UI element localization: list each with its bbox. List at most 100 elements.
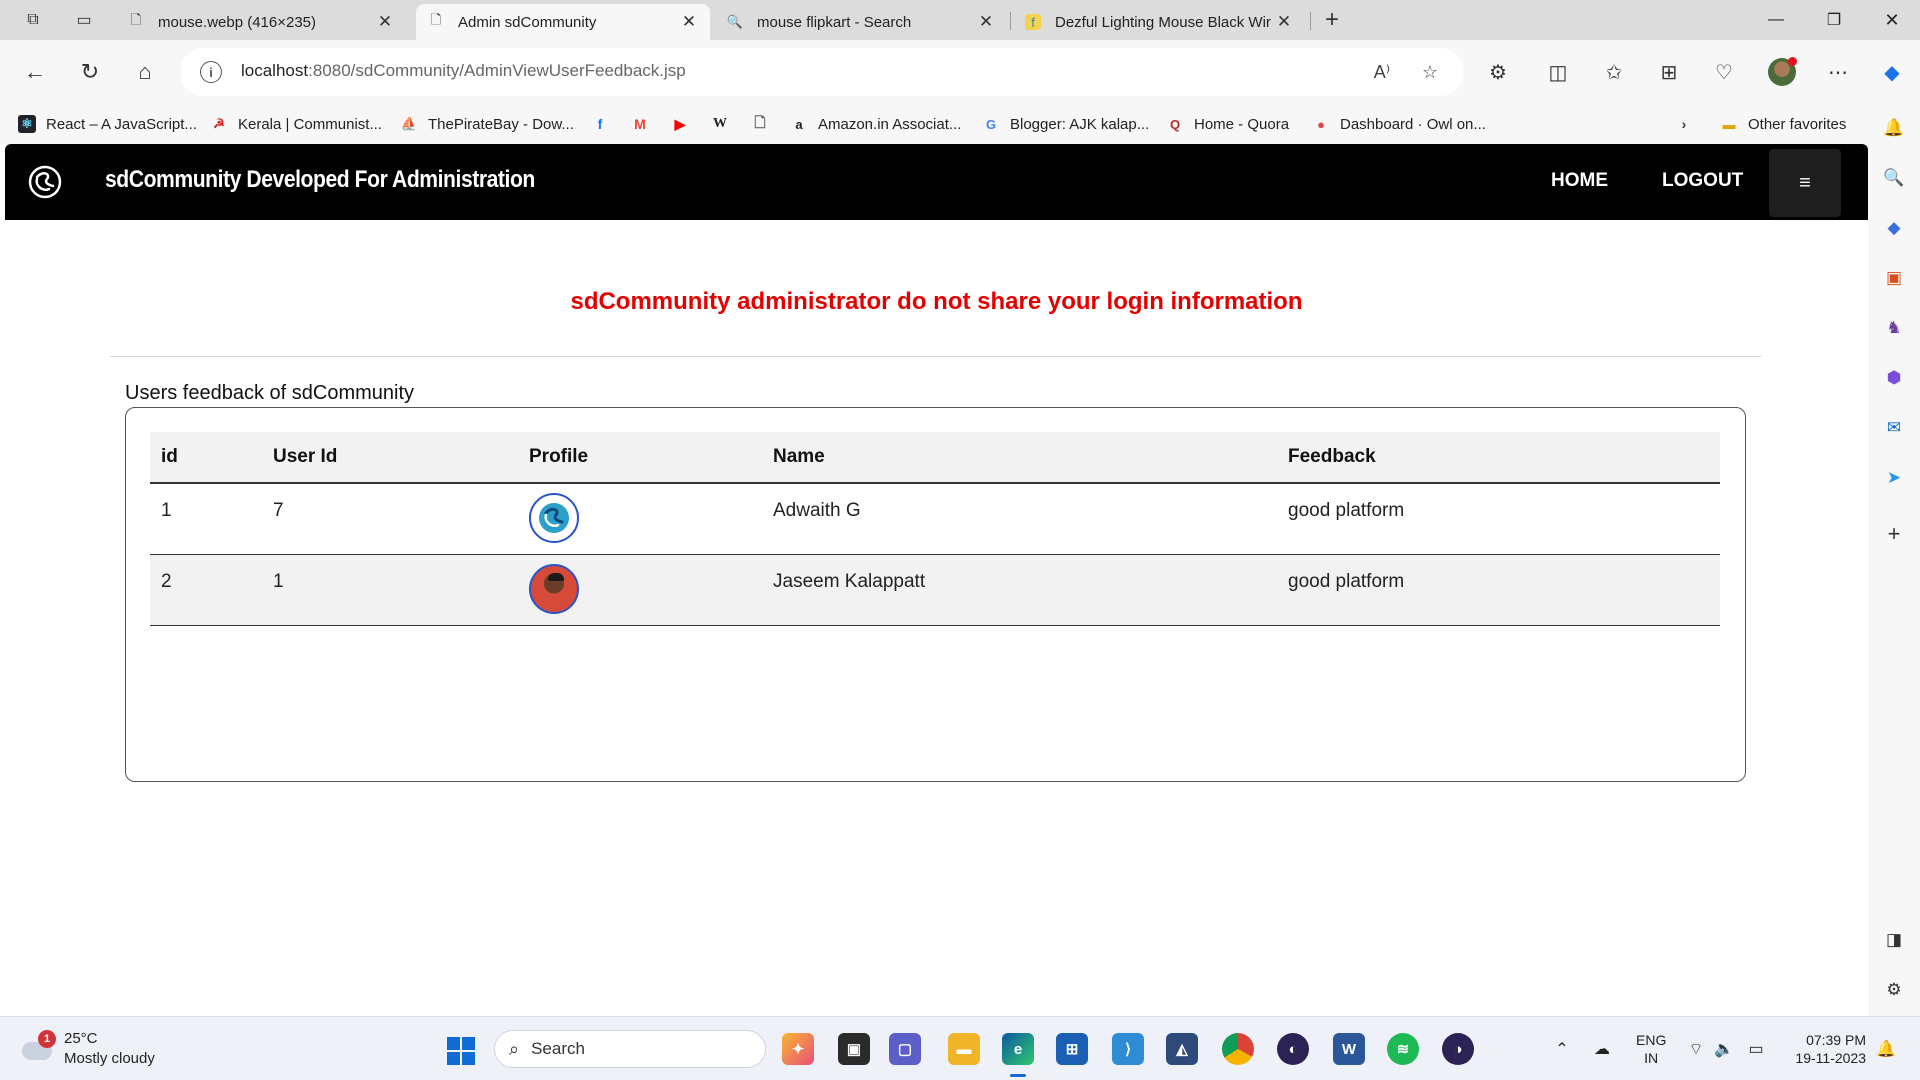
close-window-icon[interactable]: ✕ xyxy=(1866,0,1918,40)
google-icon: G xyxy=(985,116,997,132)
favorite-owl-dashboard[interactable]: ● Dashboard · Owl on... xyxy=(1312,112,1486,136)
spotify-icon[interactable]: ≋ xyxy=(1387,1033,1419,1065)
weather-widget[interactable]: 1 25°C Mostly cloudy xyxy=(18,1029,155,1069)
browser-toolbar: ← ↻ ⌂ i localhost:8080/sdCommunity/Admin… xyxy=(0,40,1920,104)
facebook-icon[interactable]: f xyxy=(588,112,612,136)
favorite-piratebay[interactable]: ⛵ ThePirateBay - Dow... xyxy=(400,112,574,136)
chevron-up-icon[interactable]: ⌃ xyxy=(1550,1037,1574,1061)
section-title: Users feedback of sdCommunity xyxy=(125,382,415,404)
word-icon[interactable]: W xyxy=(1333,1033,1365,1065)
close-icon[interactable]: ✕ xyxy=(376,12,394,32)
cell-name: Jaseem Kalappatt xyxy=(762,554,1277,626)
site-brand[interactable]: sdCommunity Developed For Administration xyxy=(105,166,535,194)
send-icon[interactable]: ➤ xyxy=(1882,466,1906,490)
workspaces-icon[interactable]: ⧉ xyxy=(17,6,49,34)
microsoft-store-icon[interactable]: ⊞ xyxy=(1056,1033,1088,1065)
tools-briefcase-icon[interactable]: ▣ xyxy=(1882,266,1906,290)
quora-icon: Q xyxy=(1169,116,1181,132)
refresh-icon[interactable]: ↻ xyxy=(72,54,108,90)
database-tool-icon[interactable]: ◭ xyxy=(1166,1033,1198,1065)
onedrive-icon[interactable]: ☁ xyxy=(1590,1037,1614,1061)
close-icon[interactable]: ✕ xyxy=(1275,12,1293,32)
other-favorites[interactable]: ▬ Other favorites xyxy=(1720,112,1847,136)
favorite-label: Dashboard · Owl on... xyxy=(1340,115,1486,133)
browser-essentials-icon[interactable]: ♡ xyxy=(1706,54,1742,90)
windows-start-icon[interactable] xyxy=(447,1037,475,1065)
favorites-icon[interactable]: ✩ xyxy=(1596,54,1632,90)
url-text[interactable]: localhost:8080/sdCommunity/AdminViewUser… xyxy=(241,61,686,81)
site-logo-icon[interactable] xyxy=(27,164,63,200)
chrome-icon[interactable] xyxy=(1222,1033,1254,1065)
games-icon[interactable]: ♞ xyxy=(1882,316,1906,340)
profile-avatar[interactable] xyxy=(1764,54,1800,90)
notification-bell-icon[interactable]: 🔔 xyxy=(1874,1037,1898,1061)
language-indicator[interactable]: ENG IN xyxy=(1636,1031,1666,1067)
new-tab-icon[interactable]: + xyxy=(1316,6,1348,34)
more-options-icon[interactable]: ⋯ xyxy=(1820,54,1856,90)
settings-gear-icon[interactable]: ⚙ xyxy=(1882,978,1906,1002)
table-row: 2 1 Jaseem Kalappatt good platform xyxy=(150,554,1720,626)
eclipse-icon[interactable]: ◐ xyxy=(1277,1033,1309,1065)
chevron-right-icon[interactable]: › xyxy=(1672,112,1696,136)
tab-dezful-mouse[interactable]: f Dezful Lighting Mouse Black Wir ✕ xyxy=(1013,4,1305,40)
file-explorer-icon[interactable]: ▬ xyxy=(948,1033,980,1065)
search-icon[interactable]: 🔍 xyxy=(1882,166,1906,190)
outlook-icon[interactable]: ✉ xyxy=(1882,416,1906,440)
minimize-icon[interactable]: — xyxy=(1750,0,1802,40)
favorite-amazon-associates[interactable]: a Amazon.in Associat... xyxy=(790,112,961,136)
owl-icon: ● xyxy=(1317,116,1325,132)
tab-actions-icon[interactable]: ▭ xyxy=(68,6,100,34)
cell-user-id: 1 xyxy=(262,554,518,626)
vscode-icon[interactable]: ⟩ xyxy=(1112,1033,1144,1065)
split-screen-icon[interactable]: ◫ xyxy=(1540,54,1576,90)
feedback-table: id User Id Profile Name Feedback 1 7 Adw… xyxy=(150,432,1720,626)
sidebar-toggle-icon[interactable]: ◨ xyxy=(1882,928,1906,952)
shopping-tag-icon[interactable]: ◆ xyxy=(1882,216,1906,240)
table-header-row: id User Id Profile Name Feedback xyxy=(150,432,1720,484)
task-view-icon[interactable]: ▣ xyxy=(838,1033,870,1065)
back-icon[interactable]: ← xyxy=(17,54,53,90)
battery-icon[interactable]: ▭ xyxy=(1744,1037,1768,1061)
youtube-icon[interactable]: ▶ xyxy=(668,112,692,136)
eclipse-ide-icon[interactable]: ◑ xyxy=(1442,1033,1474,1065)
gmail-icon[interactable]: M xyxy=(628,112,652,136)
wikipedia-icon[interactable]: W xyxy=(708,112,732,136)
taskbar-search[interactable]: ⌕ Search xyxy=(494,1030,766,1068)
favorite-react[interactable]: ⚛ React – A JavaScript... xyxy=(18,112,197,136)
clock[interactable]: 07:39 PM 19-11-2023 xyxy=(1786,1031,1866,1067)
favorite-star-icon[interactable]: ☆ xyxy=(1418,60,1442,84)
page-icon[interactable]: 🗋 xyxy=(748,112,772,136)
notification-bell-icon[interactable]: 🔔 xyxy=(1882,116,1906,140)
home-icon[interactable]: ⌂ xyxy=(127,54,163,90)
divider xyxy=(110,356,1761,357)
tab-mouse-webp[interactable]: 🗋 mouse.webp (416×235) ✕ xyxy=(116,4,406,40)
nav-home-link[interactable]: HOME xyxy=(1551,170,1608,192)
teams-chat-icon[interactable]: ▢ xyxy=(889,1033,921,1065)
nav-logout-link[interactable]: LOGOUT xyxy=(1662,170,1743,192)
address-bar[interactable]: i localhost:8080/sdCommunity/AdminViewUs… xyxy=(180,48,1464,96)
hamburger-menu-button[interactable]: ≡ xyxy=(1769,149,1841,217)
copilot-pre-icon[interactable]: ✦ xyxy=(782,1033,814,1065)
microsoft365-icon[interactable]: ⬢ xyxy=(1882,366,1906,390)
read-aloud-icon[interactable]: A⁾ xyxy=(1370,60,1394,84)
copilot-icon[interactable]: ◆ xyxy=(1874,54,1910,90)
info-icon[interactable]: i xyxy=(200,61,222,83)
favorite-blogger[interactable]: G Blogger: AJK kalap... xyxy=(982,112,1149,136)
close-icon[interactable]: ✕ xyxy=(977,12,995,32)
browser-tab-strip: ⧉ ▭ 🗋 mouse.webp (416×235) ✕ 🗋 Admin sdC… xyxy=(0,0,1920,40)
close-icon[interactable]: ✕ xyxy=(680,12,698,32)
wifi-icon[interactable]: ⌔ xyxy=(1684,1037,1708,1061)
extensions-icon[interactable]: ⚙ xyxy=(1480,54,1516,90)
add-icon[interactable]: + xyxy=(1882,521,1906,546)
restore-icon[interactable]: ❐ xyxy=(1808,0,1860,40)
tab-admin-sdcommunity[interactable]: 🗋 Admin sdCommunity ✕ xyxy=(416,4,710,40)
amazon-icon: a xyxy=(795,116,803,132)
tab-mouse-flipkart-search[interactable]: 🔍 mouse flipkart - Search ✕ xyxy=(715,4,1007,40)
clock-date: 19-11-2023 xyxy=(1795,1050,1866,1066)
edge-sidebar: 🔔 🔍 ◆ ▣ ♞ ⬢ ✉ ➤ + ◨ ⚙ xyxy=(1868,104,1920,1016)
favorite-kerala-communist[interactable]: ☭ Kerala | Communist... xyxy=(210,112,382,136)
favorite-quora[interactable]: Q Home - Quora xyxy=(1166,112,1289,136)
volume-icon[interactable]: 🔈 xyxy=(1712,1037,1736,1061)
collections-icon[interactable]: ⊞ xyxy=(1651,54,1687,90)
edge-browser-icon[interactable]: e xyxy=(1002,1033,1034,1065)
